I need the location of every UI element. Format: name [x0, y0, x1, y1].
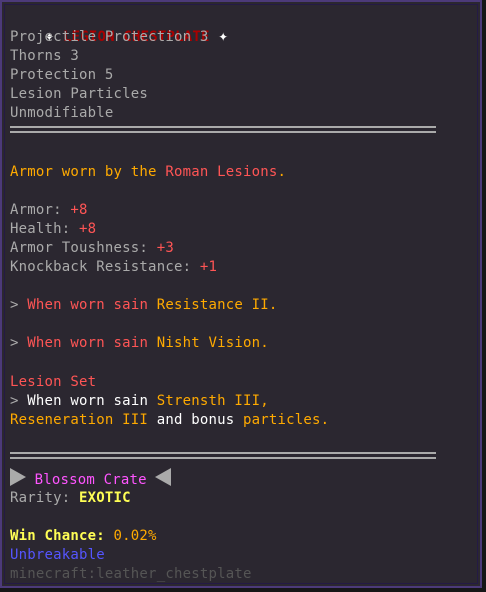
- enchantment-line: Lesion Particles: [10, 86, 149, 102]
- lore-description: Armor worn by the Roman Lesions.: [10, 164, 287, 180]
- enchantment-line: Unmodifiable: [10, 105, 114, 121]
- set-line: > When worn sain Strensth III,: [10, 393, 269, 409]
- triangle-right-icon: [10, 468, 26, 486]
- enchantment-line: Thorns 3: [10, 48, 80, 64]
- effect-line: > When worn sain Nisht Vision.: [10, 335, 269, 351]
- rarity-line: Rarity: EXOTIC: [10, 490, 131, 506]
- stat-line: Health: +8: [10, 221, 97, 237]
- stat-line: Armor Toushness: +3: [10, 240, 174, 256]
- set-line: Reseneration III and bonus particles.: [10, 412, 330, 428]
- divider: [10, 452, 436, 459]
- crate-line: Blossom Crate: [10, 468, 172, 491]
- effect-line: > When worn sain Resistance II.: [10, 297, 278, 313]
- stat-line: Knockback Resistance: +1: [10, 259, 218, 275]
- item-id: minecraft:leather_chestplate: [10, 566, 252, 582]
- enchantment-line: Protection 5: [10, 67, 114, 83]
- set-title: Lesion Set: [10, 374, 97, 390]
- sparkle-icon: ✦: [218, 26, 229, 45]
- item-tooltip: ✦ LEGION CHESTPLATE ✦ Projectile Protect…: [0, 0, 482, 588]
- crate-name: Blossom Crate: [34, 472, 147, 488]
- unbreakable-label: Unbreakable: [10, 547, 105, 563]
- divider: [10, 126, 436, 133]
- stat-line: Armor: +8: [10, 202, 88, 218]
- win-chance-line: Win Chance: 0.02%: [10, 528, 157, 544]
- enchantment-line: Projectile Protection 3: [10, 29, 209, 45]
- triangle-left-icon: [155, 468, 172, 486]
